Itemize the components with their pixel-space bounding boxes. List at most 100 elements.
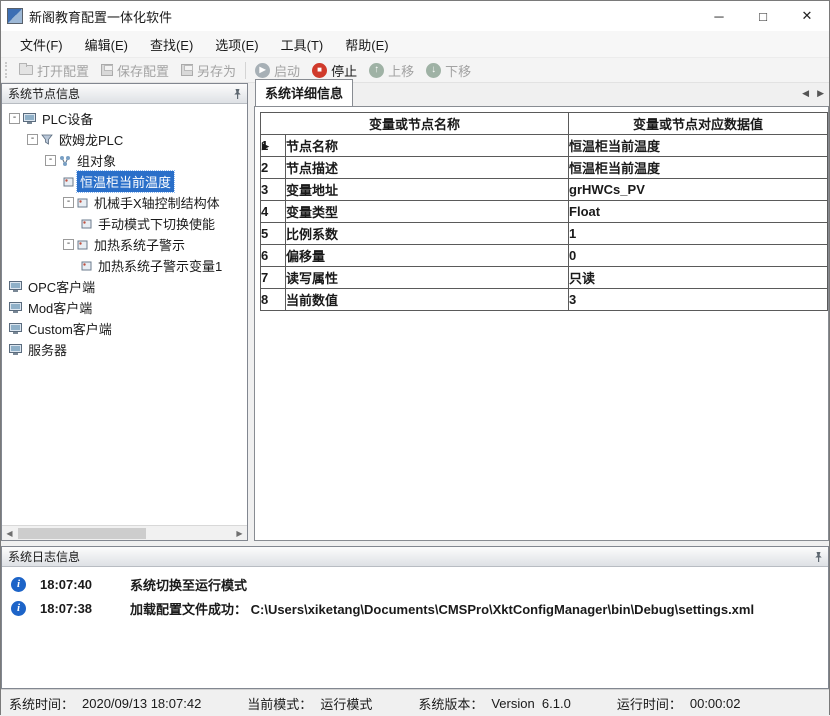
table-row[interactable]: 7 读写属性 只读 <box>260 266 828 289</box>
menu-file[interactable]: 文件(F) <box>9 31 74 57</box>
computer-icon <box>23 112 36 125</box>
tree-item-mod-client[interactable]: Mod客户端 <box>2 297 247 318</box>
table-row[interactable]: 3 变量地址 grHWCs_PV <box>260 178 828 201</box>
status-version-value: Version 6.1.0 <box>491 695 571 711</box>
scrollbar-thumb[interactable] <box>18 527 146 539</box>
toolbar-separator <box>245 61 247 79</box>
stop-icon: ■ <box>312 62 328 78</box>
tree-item-robot-x-axis-struct[interactable]: - 机械手X轴控制结构体 <box>2 192 247 213</box>
app-icon <box>7 8 23 24</box>
tab-strip: 系统详细信息 ◀ ▶ <box>254 79 829 106</box>
detail-panel: 系统详细信息 ◀ ▶ 变量或节点名称 变量或节点对应数据值 ▶ 1 节点名称 恒… <box>254 79 829 541</box>
tool-bar: 打开配置 保存配置 另存为 ▶ 启动 ■ 停止 ↑ 上移 ↓ 下移 <box>1 58 829 83</box>
tree-item-opc-client[interactable]: OPC客户端 <box>2 276 247 297</box>
maximize-icon[interactable]: □ <box>741 1 785 31</box>
open-config-button[interactable]: 打开配置 <box>13 58 95 82</box>
table-row[interactable]: 6 偏移量 0 <box>260 244 828 267</box>
filter-icon <box>41 134 53 145</box>
table-header-row: 变量或节点名称 变量或节点对应数据值 <box>259 112 828 135</box>
collapse-icon[interactable]: - <box>63 197 74 208</box>
menu-edit[interactable]: 编辑(E) <box>74 31 139 57</box>
tree-item-label: 机械手X轴控制结构体 <box>94 196 220 211</box>
tree-item-plc-device[interactable]: - PLC设备 <box>2 108 247 129</box>
open-folder-icon <box>19 63 33 75</box>
save-config-button[interactable]: 保存配置 <box>95 58 175 82</box>
cell-value: grHWCs_PV <box>568 178 828 201</box>
menu-tools[interactable]: 工具(T) <box>270 31 335 57</box>
collapse-icon[interactable]: - <box>63 239 74 250</box>
tree-item-heating-warning[interactable]: - 加热系统子警示 <box>2 234 247 255</box>
tree-item-heating-warning-var1[interactable]: 加热系统子警示变量1 <box>2 255 247 276</box>
tree-item-server[interactable]: 服务器 <box>2 339 247 360</box>
menu-find[interactable]: 查找(E) <box>139 31 204 57</box>
tree-item-label: 加热系统子警示变量1 <box>98 259 223 274</box>
tree-item-group-object[interactable]: - 组对象 <box>2 150 247 171</box>
scroll-right-icon[interactable]: ▶ <box>232 529 247 538</box>
status-mode-value: 运行模式 <box>320 696 373 712</box>
minimize-icon[interactable]: ─ <box>697 1 741 31</box>
move-up-label: 上移 <box>388 63 415 79</box>
horizontal-scrollbar[interactable]: ◀ ▶ <box>2 525 247 540</box>
save-as-button[interactable]: 另存为 <box>175 58 242 82</box>
status-uptime-value: 00:00:02 <box>689 695 741 711</box>
log-list: i 18:07:40 系统切换至运行模式 i 18:07:38 加载配置文件成功… <box>2 567 828 688</box>
move-down-button[interactable]: ↓ 下移 <box>420 58 477 82</box>
tree-item-label: OPC客户端 <box>28 280 96 295</box>
tree-item-label: 组对象 <box>77 154 117 169</box>
log-panel-title: 系统日志信息 <box>8 550 81 564</box>
column-header-value[interactable]: 变量或节点对应数据值 <box>568 112 828 135</box>
table-row[interactable]: 8 当前数值 3 <box>260 288 828 311</box>
node-panel-header: 系统节点信息 <box>2 84 247 104</box>
collapse-icon[interactable]: - <box>27 134 38 145</box>
move-up-icon: ↑ <box>369 62 385 78</box>
tree-item-thermostat-temp[interactable]: 恒温柜当前温度 <box>2 170 247 193</box>
pin-icon[interactable] <box>232 88 243 100</box>
main-area: 系统节点信息 - PLC设备 - 欧姆龙PLC - 组对象 恒温柜当前温度 - … <box>1 79 829 541</box>
table-row[interactable]: ▶ 1 节点名称 恒温柜当前温度 <box>260 134 828 157</box>
tree-item-custom-client[interactable]: Custom客户端 <box>2 318 247 339</box>
detail-table: 变量或节点名称 变量或节点对应数据值 ▶ 1 节点名称 恒温柜当前温度 2 节点描… <box>259 112 828 311</box>
close-icon[interactable]: ✕ <box>785 1 829 31</box>
menu-help[interactable]: 帮助(E) <box>334 31 399 57</box>
tree-item-manual-mode-enable[interactable]: 手动模式下切换使能 <box>2 213 247 234</box>
pin-icon[interactable] <box>813 551 824 563</box>
computer-icon <box>9 280 22 293</box>
scroll-left-icon[interactable]: ◀ <box>2 529 17 538</box>
struct-icon <box>77 197 88 208</box>
status-uptime-label: 运行时间： <box>616 696 682 712</box>
cell-value: 只读 <box>568 266 828 289</box>
table-row[interactable]: 2 节点描述 恒温柜当前温度 <box>260 156 828 179</box>
info-icon: i <box>11 576 26 592</box>
tab-prev-icon[interactable]: ◀ <box>802 88 809 99</box>
tab-system-detail[interactable]: 系统详细信息 <box>255 79 354 106</box>
log-entry: i 18:07:40 系统切换至运行模式 <box>2 572 828 596</box>
open-config-label: 打开配置 <box>37 63 90 79</box>
row-header: ▶ 1 <box>260 134 286 157</box>
tree-item-omron-plc[interactable]: - 欧姆龙PLC <box>2 129 247 150</box>
tree-item-label: 加热系统子警示 <box>94 238 186 253</box>
save-disk-icon <box>101 64 114 76</box>
column-header-name[interactable]: 变量或节点名称 <box>259 112 570 135</box>
start-label: 启动 <box>274 63 301 79</box>
move-down-label: 下移 <box>445 63 472 79</box>
tab-next-icon[interactable]: ▶ <box>817 88 824 99</box>
collapse-icon[interactable]: - <box>9 113 20 124</box>
table-row[interactable]: 4 变量类型 Float <box>260 200 828 223</box>
window-title: 新阁教育配置一体化软件 <box>29 9 173 25</box>
move-up-button[interactable]: ↑ 上移 <box>363 58 420 82</box>
row-header: 7 <box>260 266 286 289</box>
menu-options[interactable]: 选项(E) <box>204 31 269 57</box>
status-mode-label: 当前模式： <box>247 696 313 712</box>
cell-value: 1 <box>568 222 828 245</box>
table-row[interactable]: 5 比例系数 1 <box>260 222 828 245</box>
row-header: 3 <box>260 178 286 201</box>
status-version-label: 系统版本： <box>418 696 484 712</box>
row-header: 8 <box>260 288 286 311</box>
window-controls: ─ □ ✕ <box>697 1 829 31</box>
log-message: 加载配置文件成功： C:\Users\xiketang\Documents\CM… <box>130 601 755 617</box>
collapse-icon[interactable]: - <box>45 155 56 166</box>
log-panel-header: 系统日志信息 <box>2 547 828 567</box>
tree-item-label: Mod客户端 <box>28 301 93 316</box>
cell-name: 节点描述 <box>284 156 570 179</box>
move-down-icon: ↓ <box>426 62 442 78</box>
